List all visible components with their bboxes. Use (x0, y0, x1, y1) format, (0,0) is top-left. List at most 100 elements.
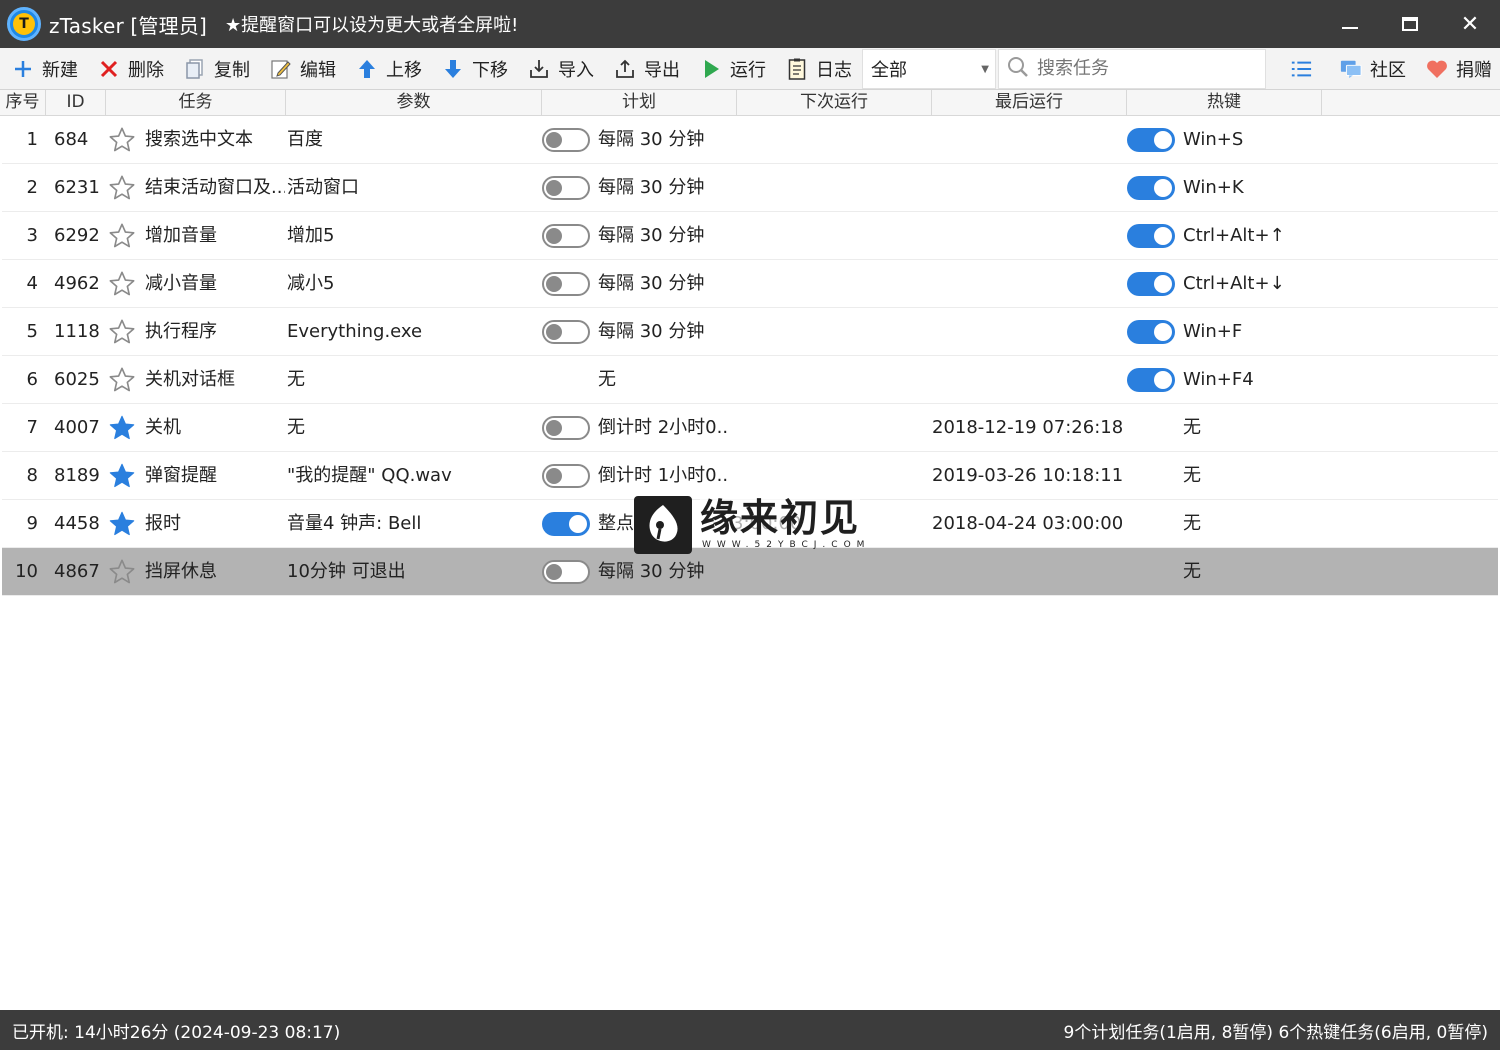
run-label: 运行 (730, 59, 766, 81)
hotkey-toggle[interactable] (1127, 128, 1175, 152)
hotkey-toggle[interactable] (1127, 176, 1175, 200)
move-up-button[interactable]: 上移 (344, 48, 430, 90)
search-input[interactable] (1037, 58, 1257, 79)
column-seq[interactable]: 序号 (0, 90, 46, 116)
row-plan: 每隔 30 分钟 (598, 225, 705, 246)
move-down-button[interactable]: 下移 (430, 48, 516, 90)
table-row[interactable]: 1 684 搜索选中文本 百度 每隔 30 分钟 Win+S (2, 116, 1498, 164)
row-last-run (932, 164, 1128, 212)
move-down-label: 下移 (472, 59, 508, 81)
row-param: 音量4 钟声: Bell (287, 513, 422, 534)
column-id[interactable]: ID (46, 90, 106, 116)
table-row[interactable]: 6 6025 关机对话框 无 无 Win+F4 (2, 356, 1498, 404)
filter-value: 全部 (871, 59, 907, 81)
new-button[interactable]: 新建 (0, 48, 86, 90)
row-param: 活动窗口 (287, 177, 359, 198)
plan-toggle[interactable] (542, 272, 590, 296)
log-button[interactable]: 日志 (774, 48, 860, 90)
table-row[interactable]: 4 4962 减小音量 减小5 每隔 30 分钟 Ctrl+Alt+↓ (2, 260, 1498, 308)
plan-toggle[interactable] (542, 128, 590, 152)
row-last-run (932, 356, 1128, 404)
table-row[interactable]: 8 8189 弹窗提醒 "我的提醒" QQ.wav 倒计时 1小时0... 2019-03… (2, 452, 1498, 500)
plan-toggle[interactable] (542, 512, 590, 536)
hotkey-toggle-cell (1127, 164, 1177, 212)
list-view-button[interactable] (1278, 48, 1328, 90)
row-id: 8189 (54, 465, 100, 486)
title-notice[interactable]: ★提醒窗口可以设为更大或者全屏啦! (225, 11, 518, 37)
star-icon[interactable] (107, 548, 137, 596)
row-plan: 每隔 30 分钟 (598, 129, 705, 150)
hotkey-toggle-cell (1127, 548, 1177, 596)
filter-select[interactable]: 全部 ▼ (862, 48, 996, 89)
minimize-button[interactable] (1320, 0, 1380, 48)
star-filled-icon[interactable] (107, 452, 137, 500)
plan-toggle[interactable] (542, 224, 590, 248)
table-row[interactable]: 3 6292 增加音量 增加5 每隔 30 分钟 Ctrl+Alt+↑ (2, 212, 1498, 260)
column-param[interactable]: 参数 (286, 90, 542, 116)
copy-button[interactable]: 复制 (172, 48, 258, 90)
star-icon[interactable] (107, 260, 137, 308)
star-icon[interactable] (107, 164, 137, 212)
table-row[interactable]: 2 6231 结束活动窗口及... 活动窗口 每隔 30 分钟 Win+K (2, 164, 1498, 212)
row-hotkey: 无 (1183, 465, 1201, 486)
row-task-name: 关机对话框 (145, 369, 235, 390)
row-next-run (732, 308, 928, 356)
hotkey-toggle[interactable] (1127, 368, 1175, 392)
row-plan: 倒计时 1小时0... (598, 465, 728, 486)
plan-toggle[interactable] (542, 176, 590, 200)
star-icon[interactable] (107, 308, 137, 356)
row-hotkey: Win+F (1183, 321, 1243, 342)
row-last-run (932, 260, 1128, 308)
toolbar-right: 社区 捐赠 (1278, 48, 1500, 90)
community-button[interactable]: 社区 (1328, 48, 1414, 90)
row-id: 684 (54, 129, 89, 150)
watermark-logo-icon (634, 496, 692, 554)
plan-toggle[interactable] (542, 464, 590, 488)
table-row[interactable]: 5 1118 执行程序 Everything.exe 每隔 30 分钟 Win+F (2, 308, 1498, 356)
plan-toggle-cell (542, 308, 592, 356)
run-button[interactable]: 运行 (688, 48, 774, 90)
column-last-run[interactable]: 最后运行 (932, 90, 1127, 116)
plan-toggle[interactable] (542, 320, 590, 344)
hotkey-toggle[interactable] (1127, 224, 1175, 248)
plan-toggle-cell (542, 356, 592, 404)
column-hotkey[interactable]: 热键 (1127, 90, 1322, 116)
export-icon (614, 58, 636, 80)
star-icon[interactable] (107, 356, 137, 404)
column-task[interactable]: 任务 (106, 90, 286, 116)
edit-button[interactable]: 编辑 (258, 48, 344, 90)
row-hotkey: 无 (1183, 513, 1201, 534)
row-next-run (732, 452, 928, 500)
donate-label: 捐赠 (1456, 60, 1492, 81)
star-icon[interactable] (107, 212, 137, 260)
hotkey-toggle-cell (1127, 404, 1177, 452)
column-plan[interactable]: 计划 (542, 90, 737, 116)
search-box[interactable] (998, 48, 1266, 89)
plan-toggle[interactable] (542, 416, 590, 440)
star-filled-icon[interactable] (107, 500, 137, 548)
row-id: 4458 (54, 513, 100, 534)
export-label: 导出 (644, 59, 680, 81)
import-button[interactable]: 导入 (516, 48, 602, 90)
row-next-run (732, 260, 928, 308)
row-plan: 倒计时 2小时0... (598, 417, 728, 438)
row-next-run (732, 164, 928, 212)
maximize-button[interactable] (1380, 0, 1440, 48)
hotkey-toggle[interactable] (1127, 320, 1175, 344)
row-last-run: 2019-03-26 10:18:11 (932, 465, 1124, 486)
star-filled-icon[interactable] (107, 404, 137, 452)
export-button[interactable]: 导出 (602, 48, 688, 90)
donate-button[interactable]: 捐赠 (1414, 48, 1500, 90)
close-button[interactable]: ✕ (1440, 0, 1500, 48)
plan-toggle[interactable] (542, 560, 590, 584)
plan-toggle-cell (542, 212, 592, 260)
import-icon (528, 58, 550, 80)
row-id: 1118 (54, 321, 100, 342)
row-next-run (732, 404, 928, 452)
table-row[interactable]: 7 4007 关机 无 倒计时 2小时0... 2018-12-19 07:26:18 无 (2, 404, 1498, 452)
column-next-run[interactable]: 下次运行 (737, 90, 932, 116)
hotkey-toggle[interactable] (1127, 272, 1175, 296)
delete-button[interactable]: 删除 (86, 48, 172, 90)
edit-label: 编辑 (300, 59, 336, 81)
star-icon[interactable] (107, 116, 137, 164)
